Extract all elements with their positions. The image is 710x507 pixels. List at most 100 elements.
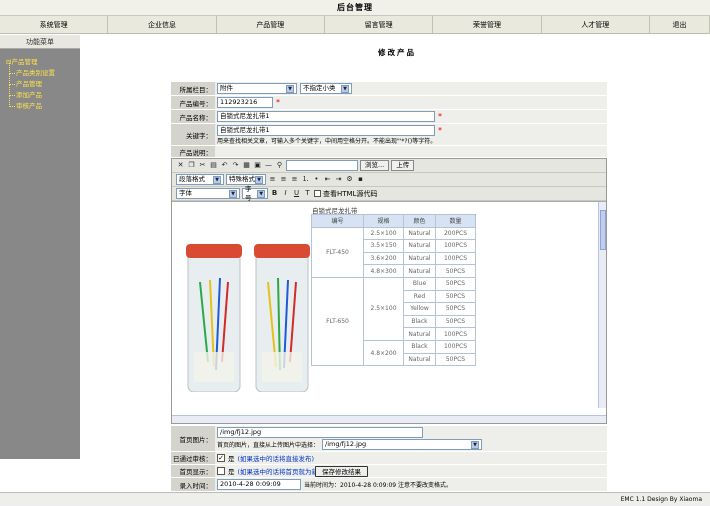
keyword-input[interactable]: 自锁式尼龙扎带1 xyxy=(217,125,435,136)
code-label: 产品编号： xyxy=(171,96,215,109)
sidebar-title: 功能菜单 xyxy=(0,35,80,49)
outdent-icon[interactable]: ⇤ xyxy=(323,175,332,184)
underline-icon[interactable]: U xyxy=(292,189,301,198)
name-label: 产品名称： xyxy=(171,110,215,123)
paste-icon[interactable]: ▤ xyxy=(209,161,218,170)
align-right-icon[interactable]: ≡ xyxy=(290,175,299,184)
sidebar-root[interactable]: ⊟产品管理 xyxy=(6,57,80,68)
vertical-scrollbar[interactable] xyxy=(598,202,606,408)
rich-text-editor: ✕ ❐ ✂ ▤ ↶ ↷ ▦ ▣ — ⚲ 浏览... 上传 段落格式 ▼ 特殊格式 ▼… xyxy=(171,158,607,424)
browse-button[interactable]: 浏览... xyxy=(360,160,390,171)
category-label: 所属栏目： xyxy=(171,82,215,95)
italic-icon[interactable]: I xyxy=(281,189,290,198)
home-checkbox[interactable] xyxy=(217,467,225,475)
nav-messages[interactable]: 留言管理 xyxy=(325,16,434,33)
undo-icon[interactable]: ↶ xyxy=(220,161,229,170)
editor-toolbar-1: ✕ ❐ ✂ ▤ ↶ ↷ ▦ ▣ — ⚲ 浏览... 上传 xyxy=(172,159,606,173)
audit-label: 已通过审核： xyxy=(171,452,215,464)
image-icon[interactable]: ▣ xyxy=(253,161,262,170)
keyword-label: 关键字： xyxy=(171,124,215,145)
chevron-down-icon: ▼ xyxy=(255,175,263,184)
sidebar-tree: ⊟产品管理 产品类别设置 产品管理 添加产品 审核产品 xyxy=(0,49,80,112)
chevron-down-icon: ▼ xyxy=(229,189,237,198)
required-icon: * xyxy=(438,126,442,135)
nav-talent[interactable]: 人才管理 xyxy=(542,16,650,33)
table-row: FLT-650 2.5×100 Blue 50PCS xyxy=(311,276,476,367)
editor-toolbar-3: 字体 ▼ 字号 ▼ B I U T 查看HTML源代码 xyxy=(172,185,606,202)
copy-icon[interactable]: ❐ xyxy=(187,161,196,170)
sidebar-item-audit[interactable]: 审核产品 xyxy=(6,96,80,112)
spec-header-code: 编号 xyxy=(311,214,364,228)
unordered-list-icon[interactable]: • xyxy=(312,175,321,184)
required-icon: * xyxy=(438,112,442,121)
sidebar: 功能菜单 ⊟产品管理 产品类别设置 产品管理 添加产品 审核产品 xyxy=(0,35,80,459)
scissors-icon[interactable]: ✂ xyxy=(198,161,207,170)
home-label: 首页显示： xyxy=(171,465,215,477)
horizontal-scrollbar[interactable] xyxy=(172,415,606,423)
sidebar-item-category[interactable]: 产品类别设置 xyxy=(6,63,80,79)
sidebar-item-products[interactable]: 产品管理 xyxy=(6,74,80,90)
spec-table: 编号 规格 颜色 数量 FLT-450 2.5×100 Natural 200PCS … xyxy=(311,214,476,367)
table-row: FLT-450 2.5×100 Natural 200PCS xyxy=(311,226,476,278)
subcategory-select[interactable]: 不指定小类 ▼ xyxy=(300,83,352,94)
chevron-down-icon: ▼ xyxy=(471,440,480,449)
settings-icon[interactable]: ⚙ xyxy=(345,175,354,184)
nav-system[interactable]: 系统管理 xyxy=(0,16,109,33)
image-label: 首页图片： xyxy=(171,426,215,451)
required-icon: * xyxy=(276,98,280,107)
image-input[interactable]: /img/fj12.jpg xyxy=(217,427,423,438)
spec-header-size: 规格 xyxy=(363,214,404,228)
html-checkbox[interactable] xyxy=(314,190,321,197)
paragraph-select[interactable]: 段落格式 ▼ xyxy=(176,174,224,185)
keyword-hint: 用来查找相关文章，可输入多个关键字，中间用空格分开。不能出现"'*?()等字符。 xyxy=(217,138,437,145)
audit-checkbox[interactable]: ✓ xyxy=(217,454,225,462)
upload-button[interactable]: 上传 xyxy=(391,160,415,171)
top-nav: 系统管理 企业信息 产品管理 留言管理 荣誉管理 人才管理 退出 xyxy=(0,16,710,34)
page-header: 后台管理 xyxy=(0,0,710,16)
hr-icon[interactable]: — xyxy=(264,161,273,170)
nav-company[interactable]: 企业信息 xyxy=(108,16,217,33)
editor-toolbar-2: 段落格式 ▼ 特殊格式 ▼ ≡ ≡ ≡ ⒈ • ⇤ ⇥ ⚙ ▪ xyxy=(172,173,606,187)
image-select[interactable]: /img/fj12.jpg ▼ xyxy=(322,439,483,450)
footer: EMC 1.1 Design By Xiaoma xyxy=(0,492,710,506)
chevron-down-icon: ▼ xyxy=(213,175,221,184)
time-note: 当前时间为：2010-4-28 0:09:09 注意不要改变格式。 xyxy=(304,482,452,489)
upload-path-input[interactable] xyxy=(286,160,358,171)
chevron-down-icon: ▼ xyxy=(341,84,349,93)
save-button[interactable]: 保存修改结果 xyxy=(315,466,368,477)
audit-text: 是 xyxy=(228,455,235,463)
bold-icon[interactable]: B xyxy=(270,189,279,198)
chevron-down-icon: ▼ xyxy=(257,189,265,198)
image-hint: 首页的图片，直接从上传图片中选择： xyxy=(217,442,320,449)
table-icon[interactable]: ▦ xyxy=(242,161,251,170)
align-left-icon[interactable]: ≡ xyxy=(268,175,277,184)
size-select[interactable]: 字号 ▼ xyxy=(242,185,268,202)
time-input[interactable]: 2010-4-28 0:09:09 xyxy=(217,479,301,490)
save-icon[interactable]: ▪ xyxy=(356,175,365,184)
category-select[interactable]: 附件 ▼ xyxy=(217,83,297,94)
time-label: 录入时间： xyxy=(171,478,215,491)
font-color-icon[interactable]: T xyxy=(303,189,312,198)
audit-note: (如果选中的话将直接发布) xyxy=(237,455,315,463)
nav-logout[interactable]: 退出 xyxy=(650,16,710,33)
redo-icon[interactable]: ↷ xyxy=(231,161,240,170)
product-image xyxy=(186,244,310,392)
spec-header-color: 颜色 xyxy=(403,214,436,228)
cut-icon[interactable]: ✕ xyxy=(176,161,185,170)
home-text: 是 xyxy=(228,468,235,476)
edit-form: 所属栏目： 附件 ▼ 不指定小类 ▼ 产品编号： 112923216 * 产品名称： … xyxy=(171,82,607,492)
link-icon[interactable]: ⚲ xyxy=(275,161,284,170)
nav-products[interactable]: 产品管理 xyxy=(217,16,325,33)
style-select[interactable]: 特殊格式 ▼ xyxy=(226,174,266,185)
indent-icon[interactable]: ⇥ xyxy=(334,175,343,184)
ordered-list-icon[interactable]: ⒈ xyxy=(301,175,310,184)
nav-honors[interactable]: 荣誉管理 xyxy=(433,16,542,33)
font-select[interactable]: 字体 ▼ xyxy=(176,188,240,199)
editor-content[interactable]: 自锁式尼龙扎带 编号 规格 颜色 数量 FLT-450 2.5×100 Natura… xyxy=(172,201,606,415)
sidebar-item-add[interactable]: 添加产品 xyxy=(6,85,80,101)
code-input[interactable]: 112923216 xyxy=(217,97,273,108)
align-center-icon[interactable]: ≡ xyxy=(279,175,288,184)
name-input[interactable]: 自锁式尼龙扎带1 xyxy=(217,111,435,122)
scroll-thumb[interactable] xyxy=(600,210,606,250)
main-content: 修改产品 所属栏目： 附件 ▼ 不指定小类 ▼ 产品编号： 112923216 * 产… xyxy=(84,35,710,492)
